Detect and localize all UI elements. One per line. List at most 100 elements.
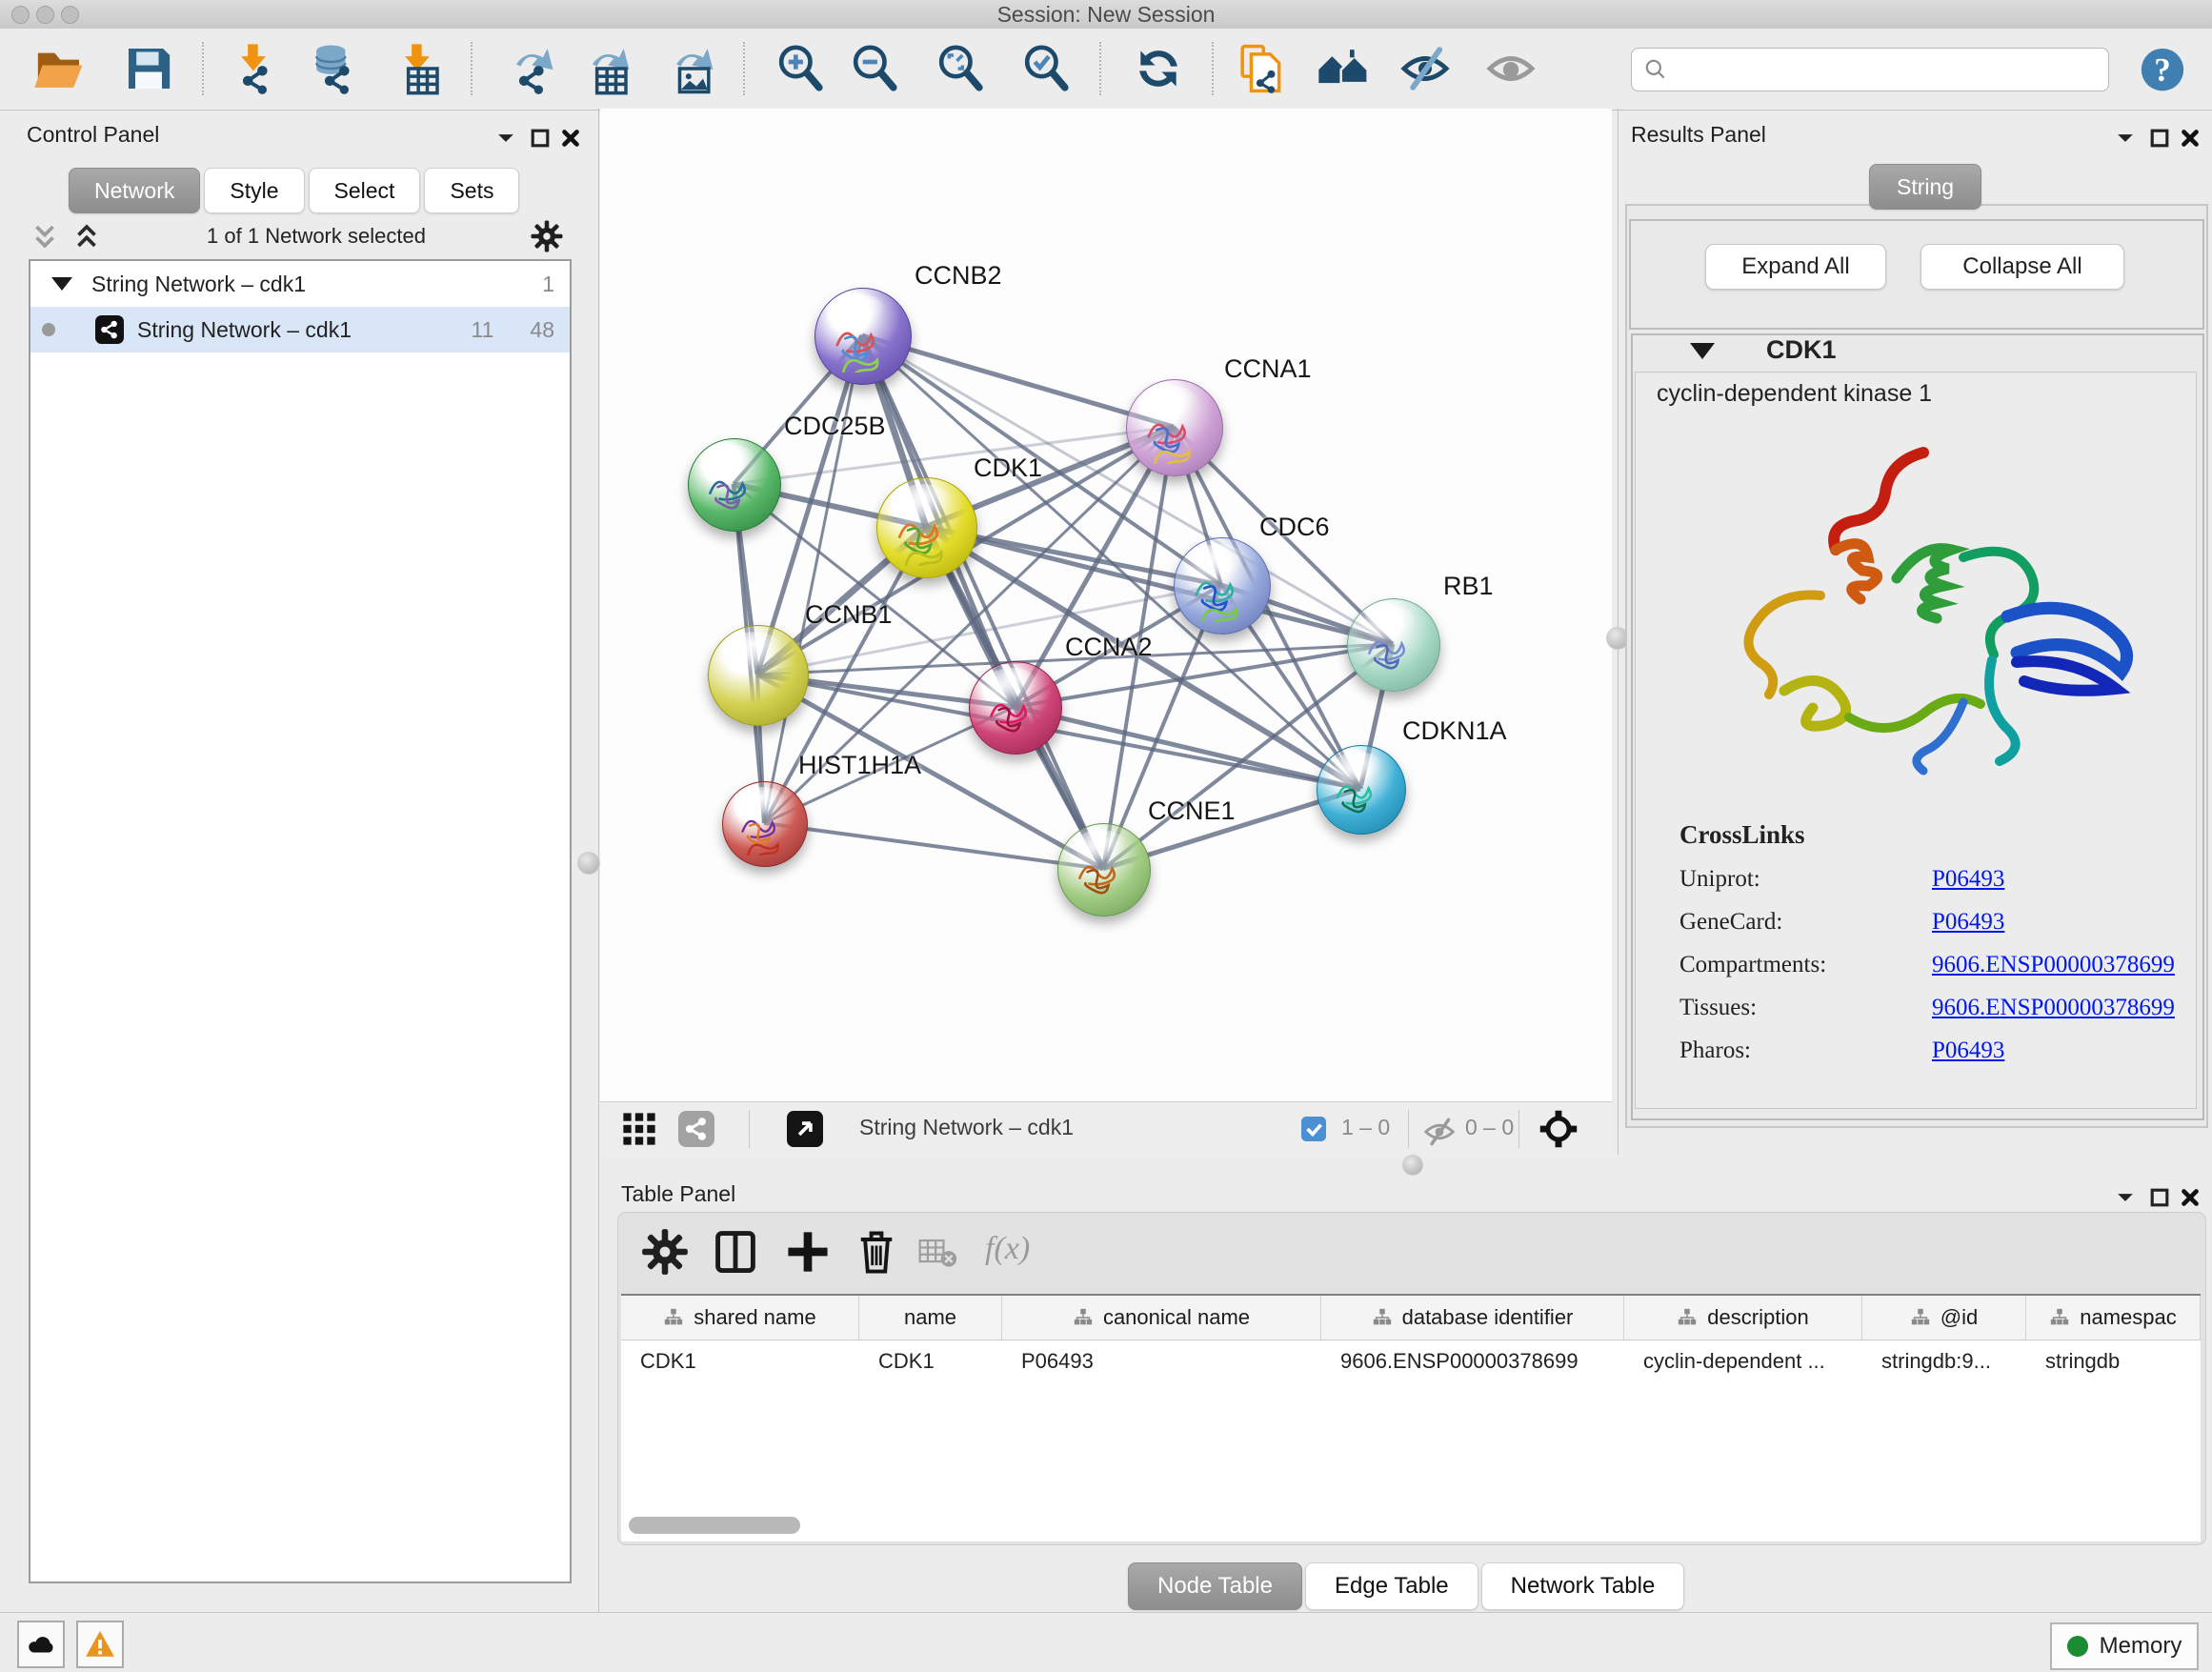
results-panel-close-icon[interactable]: [2178, 126, 2202, 151]
crosslink-link[interactable]: P06493: [1932, 909, 2004, 936]
column-header-description[interactable]: description: [1624, 1296, 1862, 1340]
crosslink-row: Pharos:P06493: [1679, 1037, 2175, 1064]
network-node-CCNB2[interactable]: [814, 288, 912, 385]
tab-network-table[interactable]: Network Table: [1481, 1562, 1685, 1610]
network-node-CDC6[interactable]: [1174, 537, 1271, 635]
memory-button[interactable]: Memory: [2050, 1622, 2199, 1670]
open-in-new-window-icon[interactable]: [787, 1111, 823, 1147]
table-cell[interactable]: stringdb: [2026, 1349, 2201, 1374]
results-panel-float-icon[interactable]: [2147, 126, 2172, 151]
network-node-HIST1H1A[interactable]: [722, 781, 808, 867]
network-node-CDKN1A[interactable]: [1317, 745, 1406, 835]
delete-table-icon[interactable]: [916, 1227, 958, 1277]
network-share-icon[interactable]: [678, 1111, 714, 1147]
delete-column-trash-icon[interactable]: [852, 1227, 901, 1277]
table-panel-collapse-icon[interactable]: [2113, 1185, 2138, 1210]
expand-all-button[interactable]: Expand All: [1705, 244, 1886, 290]
table-type-tabs: Node TableEdge TableNetwork Table: [1128, 1562, 1684, 1610]
tree-expand-triangle-icon[interactable]: [51, 277, 72, 291]
crosslink-link[interactable]: 9606.ENSP00000378699: [1932, 952, 2175, 978]
hidden-eye-icon[interactable]: [1421, 1114, 1458, 1150]
open-file-icon[interactable]: [32, 42, 86, 95]
tab-network[interactable]: Network: [69, 168, 200, 213]
network-node-CDC25B[interactable]: [688, 438, 781, 532]
protein-name-heading[interactable]: CDK1: [1766, 335, 1837, 365]
table-cell[interactable]: stringdb:9...: [1862, 1349, 2026, 1374]
protein-collapse-triangle-icon[interactable]: [1690, 343, 1715, 359]
tab-select[interactable]: Select: [309, 168, 421, 213]
create-column-plus-icon[interactable]: [783, 1227, 833, 1277]
export-image-icon[interactable]: [663, 42, 716, 95]
warnings-button[interactable]: [76, 1621, 124, 1668]
show-all-icon[interactable]: [1484, 42, 1538, 95]
birdseye-grid-icon[interactable]: [621, 1111, 657, 1147]
zoom-fit-icon[interactable]: [934, 42, 987, 95]
column-header-database-identifier[interactable]: database identifier: [1321, 1296, 1624, 1340]
network-node-CCNB1[interactable]: [708, 625, 809, 726]
import-table-icon[interactable]: [391, 42, 444, 95]
table-settings-gear-icon[interactable]: [640, 1227, 690, 1277]
table-cell[interactable]: CDK1: [859, 1349, 1002, 1374]
export-network-icon[interactable]: [503, 42, 556, 95]
save-session-icon[interactable]: [122, 42, 175, 95]
zoom-in-icon[interactable]: [774, 42, 827, 95]
table-horizontal-scrollbar[interactable]: [629, 1517, 800, 1534]
network-node-CCNE1[interactable]: [1057, 823, 1151, 917]
zoom-selected-icon[interactable]: [1019, 42, 1073, 95]
refresh-layout-icon[interactable]: [1132, 42, 1185, 95]
selected-checkbox-icon[interactable]: [1301, 1117, 1326, 1141]
column-header-label: @id: [1941, 1305, 1978, 1330]
network-canvas[interactable]: CCNB2CCNA1CDC25BCDK1CDC6RB1CCNB1CCNA2CDK…: [600, 109, 1612, 1101]
network-tree-row[interactable]: String Network – cdk11148: [30, 307, 570, 353]
crosslink-link[interactable]: P06493: [1932, 1037, 2004, 1064]
table-panel-close-icon[interactable]: [2178, 1185, 2202, 1210]
first-neighbors-icon[interactable]: [1317, 42, 1370, 95]
tab-sets[interactable]: Sets: [424, 168, 519, 213]
help-button[interactable]: ?: [2136, 42, 2189, 95]
left-splitter-handle[interactable]: [577, 852, 600, 875]
network-options-gear-icon[interactable]: [530, 219, 564, 253]
column-header-name[interactable]: name: [859, 1296, 1002, 1340]
collapse-all-networks-icon[interactable]: [29, 220, 61, 252]
column-header-shared-name[interactable]: shared name: [621, 1296, 859, 1340]
control-panel-close-icon[interactable]: [558, 126, 583, 151]
table-cell[interactable]: cyclin-dependent ...: [1624, 1349, 1862, 1374]
table-cell[interactable]: 9606.ENSP00000378699: [1321, 1349, 1624, 1374]
cloud-status-button[interactable]: [17, 1621, 65, 1668]
horizontal-splitter-handle[interactable]: [1402, 1155, 1423, 1176]
results-tab-string[interactable]: String: [1869, 164, 1981, 210]
collapse-all-button[interactable]: Collapse All: [1920, 244, 2124, 290]
zoom-out-icon[interactable]: [848, 42, 901, 95]
import-network-file-icon[interactable]: [227, 42, 280, 95]
network-node-CCNA2[interactable]: [969, 661, 1062, 755]
network-node-RB1[interactable]: [1347, 598, 1440, 692]
function-builder-icon[interactable]: f(x): [985, 1231, 1030, 1267]
network-node-CCNA1[interactable]: [1126, 379, 1223, 476]
tab-node-table[interactable]: Node Table: [1128, 1562, 1302, 1610]
network-node-CDK1[interactable]: [876, 477, 977, 578]
table-cell[interactable]: P06493: [1002, 1349, 1321, 1374]
export-table-icon[interactable]: [579, 42, 633, 95]
crosslink-link[interactable]: 9606.ENSP00000378699: [1932, 995, 2175, 1021]
results-panel-collapse-icon[interactable]: [2113, 126, 2138, 151]
hide-selected-icon[interactable]: [1398, 42, 1452, 95]
control-panel-float-icon[interactable]: [528, 126, 553, 151]
column-header--id[interactable]: @id: [1862, 1296, 2026, 1340]
table-row[interactable]: CDK1CDK1P064939606.ENSP00000378699cyclin…: [621, 1340, 2201, 1382]
table-panel-float-icon[interactable]: [2147, 1185, 2172, 1210]
search-input[interactable]: [1678, 56, 2099, 83]
column-header-namespac[interactable]: namespac: [2026, 1296, 2201, 1340]
control-panel-collapse-icon[interactable]: [493, 126, 518, 151]
column-header-canonical-name[interactable]: canonical name: [1002, 1296, 1321, 1340]
tab-style[interactable]: Style: [204, 168, 304, 213]
tab-edge-table[interactable]: Edge Table: [1305, 1562, 1478, 1610]
show-columns-icon[interactable]: [711, 1227, 760, 1277]
duplicate-network-icon[interactable]: [1235, 42, 1288, 95]
network-tree-row[interactable]: String Network – cdk11: [30, 261, 570, 307]
expand-all-networks-icon[interactable]: [70, 220, 103, 252]
table-cell[interactable]: CDK1: [621, 1349, 859, 1374]
import-network-db-icon[interactable]: [309, 42, 362, 95]
search-box[interactable]: [1631, 48, 2109, 91]
center-view-crosshair-icon[interactable]: [1538, 1108, 1579, 1150]
crosslink-link[interactable]: P06493: [1932, 866, 2004, 893]
